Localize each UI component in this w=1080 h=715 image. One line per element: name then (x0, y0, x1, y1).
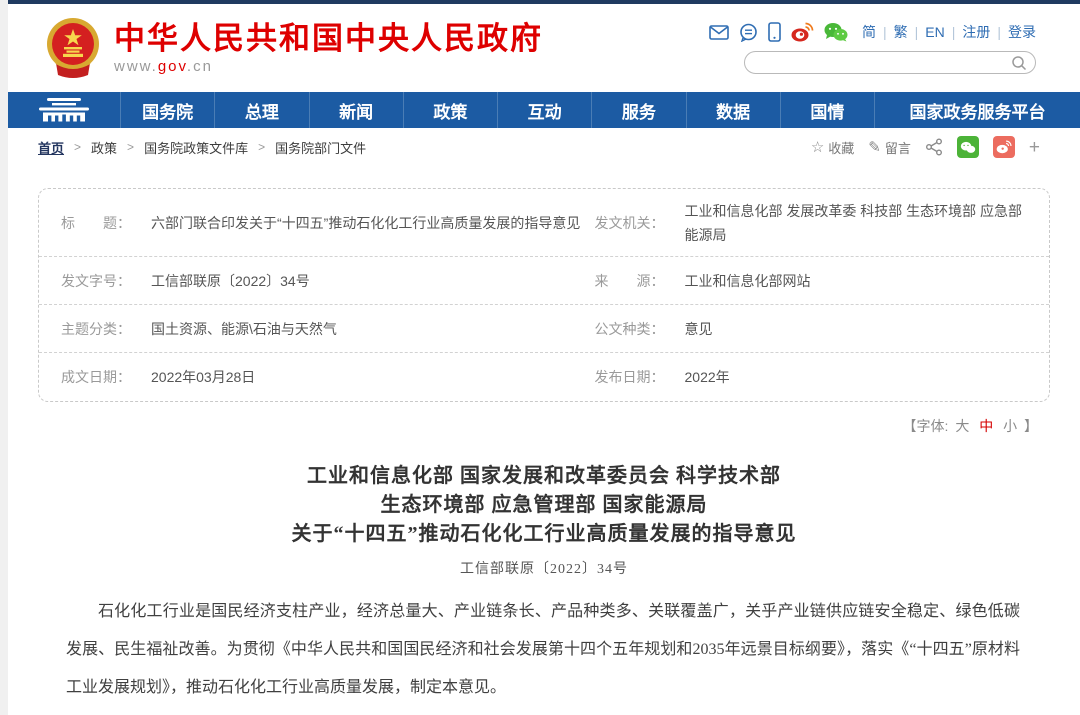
share-icon (925, 138, 943, 156)
message-icon[interactable] (739, 23, 758, 42)
font-size-prefix: 【字体: (903, 418, 949, 434)
breadcrumb-separator: > (258, 140, 265, 154)
font-size-bar: 【字体: 大 中 小 】 (8, 416, 1080, 436)
site-header: 中华人民共和国中央人民政府 www.gov.cn (8, 4, 1080, 92)
meta-label-issuing-agency: 发文机关： (595, 213, 671, 233)
document-title-line1: 工业和信息化部 国家发展和改革委员会 科学技术部 (8, 462, 1080, 491)
mobile-icon[interactable] (768, 22, 781, 42)
login-link[interactable]: 登录 (1008, 22, 1036, 42)
meta-label-topic-category: 主题分类： (61, 319, 137, 339)
meta-label-signed-date: 成文日期： (61, 367, 137, 387)
font-size-large-button[interactable]: 大 (955, 418, 969, 434)
breadcrumb-home[interactable]: 首页 (38, 138, 64, 157)
font-size-medium-button[interactable]: 中 (979, 418, 993, 434)
pencil-icon: ✎ (868, 138, 881, 156)
comment-button[interactable]: ✎ 留言 (868, 138, 911, 157)
page: 中华人民共和国中央人民政府 www.gov.cn (8, 0, 1080, 715)
meta-label-publish-date: 发布日期： (595, 367, 671, 387)
language-links: 简 | 繁 | EN | 注册 | 登录 (862, 22, 1036, 42)
document-title: 工业和信息化部 国家发展和改革委员会 科学技术部 生态环境部 应急管理部 国家能… (8, 462, 1080, 549)
breadcrumb-department-docs[interactable]: 国务院部门文件 (275, 138, 366, 157)
tiananmen-icon (35, 98, 93, 122)
wechat-icon[interactable] (824, 22, 848, 42)
document-title-line2: 生态环境部 应急管理部 国家能源局 (8, 491, 1080, 520)
search-icon[interactable] (1011, 55, 1027, 71)
nav-item-zhengwu-platform[interactable]: 国家政务服务平台 (874, 92, 1080, 128)
weibo-share-icon (996, 140, 1012, 154)
meta-label-doc-type: 公文种类： (595, 319, 671, 339)
nav-item-fuwu[interactable]: 服务 (591, 92, 685, 128)
meta-value-publish-date: 2022年 (685, 365, 730, 389)
page-actions: ☆ 收藏 ✎ 留言 + (811, 136, 1040, 158)
star-icon: ☆ (811, 138, 824, 156)
national-emblem-icon (44, 17, 102, 79)
meta-value-topic-category: 国土资源、能源\石油与天然气 (151, 317, 337, 341)
breadcrumb-separator: > (127, 140, 134, 154)
breadcrumb-separator: > (74, 140, 81, 154)
nav-item-zongli[interactable]: 总理 (214, 92, 308, 128)
meta-value-doc-type: 意见 (685, 317, 713, 341)
document-title-line3: 关于“十四五”推动石化化工行业高质量发展的指导意见 (8, 520, 1080, 549)
meta-value-source: 工业和信息化部网站 (685, 269, 811, 293)
meta-row-category: 主题分类： 国土资源、能源\石油与天然气 公文种类： 意见 (39, 305, 1049, 353)
nav-item-shuju[interactable]: 数据 (686, 92, 780, 128)
main-nav: 国务院 总理 新闻 政策 互动 服务 数据 国情 国家政务服务平台 (8, 92, 1080, 128)
lang-simplified-link[interactable]: 简 (862, 22, 876, 42)
breadcrumb-zhengce[interactable]: 政策 (91, 138, 117, 157)
breadcrumb: 首页 > 政策 > 国务院政策文件库 > 国务院部门文件 (38, 138, 366, 157)
mail-icon[interactable] (709, 25, 729, 40)
font-size-small-button[interactable]: 小 (1003, 418, 1017, 434)
breadcrumb-bar: 首页 > 政策 > 国务院政策文件库 > 国务院部门文件 ☆ 收藏 ✎ 留言 (8, 128, 1080, 166)
meta-value-issuing-agency: 工业和信息化部 发展改革委 科技部 生态环境部 应急部 能源局 (685, 199, 1024, 247)
site-url[interactable]: www.gov.cn (114, 58, 543, 75)
meta-label-source: 来 源： (595, 271, 671, 291)
more-actions-button[interactable]: + (1029, 138, 1040, 157)
brand-text: 中华人民共和国中央人民政府 www.gov.cn (114, 22, 543, 75)
lang-traditional-link[interactable]: 繁 (894, 22, 908, 42)
favorite-label: 收藏 (828, 138, 854, 157)
site-brand[interactable]: 中华人民共和国中央人民政府 www.gov.cn (44, 17, 543, 79)
document-meta-box: 标 题： 六部门联合印发关于“十四五”推动石化化工行业高质量发展的指导意见 发文… (38, 188, 1050, 402)
meta-value-title: 六部门联合印发关于“十四五”推动石化化工行业高质量发展的指导意见 (151, 211, 580, 235)
meta-value-signed-date: 2022年03月28日 (151, 365, 255, 389)
nav-item-guoqing[interactable]: 国情 (780, 92, 874, 128)
share-weibo-button[interactable] (993, 136, 1015, 158)
font-size-suffix: 】 (1024, 418, 1038, 434)
search-input[interactable] (757, 55, 1011, 70)
document-body: 石化化工行业是国民经济支柱产业，经济总量大、产业链条长、产品种类多、关联覆盖广，… (66, 593, 1020, 715)
nav-item-guowuyuan[interactable]: 国务院 (120, 92, 214, 128)
meta-value-doc-number: 工信部联原〔2022〕34号 (151, 269, 310, 293)
favorite-button[interactable]: ☆ 收藏 (811, 138, 854, 157)
nav-item-hudong[interactable]: 互动 (497, 92, 591, 128)
wechat-share-icon (960, 141, 976, 154)
share-button[interactable] (925, 138, 943, 156)
meta-label-doc-number: 发文字号： (61, 271, 137, 291)
lang-english-link[interactable]: EN (925, 24, 944, 40)
site-title: 中华人民共和国中央人民政府 (114, 22, 543, 56)
header-right: 简 | 繁 | EN | 注册 | 登录 (709, 22, 1036, 74)
document-paragraph: 石化化工行业是国民经济支柱产业，经济总量大、产业链条长、产品种类多、关联覆盖广，… (66, 593, 1020, 707)
nav-home[interactable] (8, 92, 120, 128)
nav-item-zhengce[interactable]: 政策 (403, 92, 497, 128)
header-quick-links: 简 | 繁 | EN | 注册 | 登录 (709, 22, 1036, 42)
breadcrumb-policy-library[interactable]: 国务院政策文件库 (144, 138, 248, 157)
meta-row-title: 标 题： 六部门联合印发关于“十四五”推动石化化工行业高质量发展的指导意见 发文… (39, 189, 1049, 257)
document-number: 工信部联原〔2022〕34号 (8, 558, 1080, 578)
nav-item-xinwen[interactable]: 新闻 (309, 92, 403, 128)
meta-row-dates: 成文日期： 2022年03月28日 发布日期： 2022年 (39, 353, 1049, 401)
weibo-icon[interactable] (791, 22, 814, 42)
meta-row-number: 发文字号： 工信部联原〔2022〕34号 来 源： 工业和信息化部网站 (39, 257, 1049, 305)
search-box[interactable] (744, 51, 1036, 74)
register-link[interactable]: 注册 (962, 22, 990, 42)
share-wechat-button[interactable] (957, 136, 979, 158)
comment-label: 留言 (885, 138, 911, 157)
meta-label-title: 标 题： (61, 213, 137, 233)
